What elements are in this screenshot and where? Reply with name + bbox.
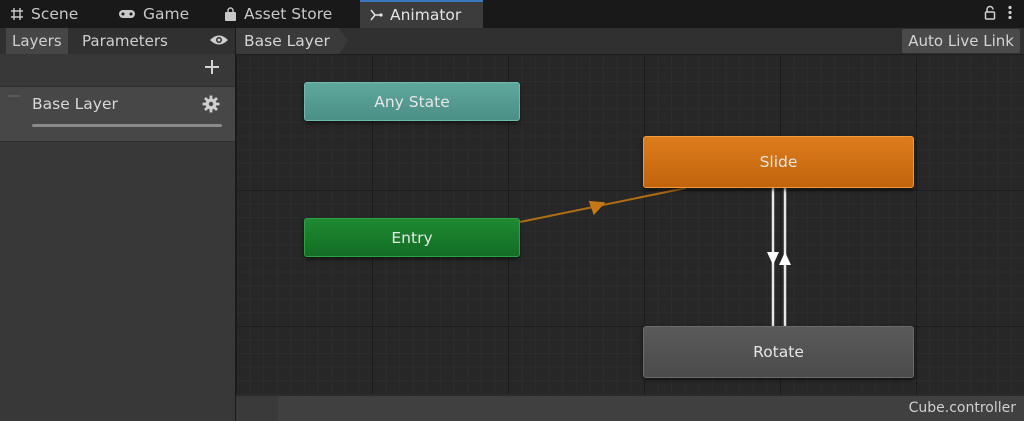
tab-asset-store[interactable]: Asset Store	[224, 0, 332, 28]
tab-game[interactable]: Game	[118, 0, 189, 28]
gamepad-icon	[119, 10, 135, 18]
layer-weight-slider[interactable]	[32, 124, 222, 127]
tab-label: Animator	[390, 6, 462, 24]
transition-arrow	[588, 200, 606, 216]
state-any-state[interactable]: Any State	[304, 82, 520, 121]
layers-panel: Layers Parameters Base Layer	[0, 28, 235, 421]
tab-parameters[interactable]: Parameters	[76, 28, 174, 54]
panel-tabs: Layers Parameters	[0, 28, 235, 54]
state-rotate[interactable]: Rotate	[643, 326, 914, 378]
add-layer-button[interactable]	[203, 58, 221, 76]
state-entry[interactable]: Entry	[304, 218, 520, 257]
tab-scene[interactable]: Scene	[10, 0, 78, 28]
tab-layers[interactable]: Layers	[6, 28, 68, 54]
shopping-bag-icon	[225, 6, 236, 21]
tab-label: Game	[143, 5, 190, 23]
drag-handle[interactable]	[8, 95, 20, 97]
layer-name: Base Layer	[32, 95, 118, 113]
status-strip	[236, 396, 278, 421]
tab-label: Asset Store	[244, 5, 333, 23]
transition-arrow-down	[767, 252, 779, 265]
controller-name: Cube.controller	[908, 400, 1016, 416]
state-machine-graph[interactable]: Any State Entry Slide Rotate	[236, 54, 1024, 395]
graph-toolbar: Base Layer Auto Live Link	[236, 28, 1024, 54]
tab-label: Scene	[31, 5, 79, 23]
tab-animator[interactable]: Animator	[360, 0, 483, 28]
auto-live-link-button[interactable]: Auto Live Link	[902, 29, 1020, 53]
more-icon[interactable]	[1008, 5, 1012, 20]
grid-icon	[11, 8, 23, 20]
breadcrumb[interactable]: Base Layer	[236, 28, 348, 54]
window-controls	[984, 5, 1012, 20]
editor-tab-bar: Scene Game Asset Store Animator	[0, 0, 1024, 28]
animator-icon	[370, 9, 383, 21]
lock-icon[interactable]	[984, 5, 996, 20]
layer-item[interactable]: Base Layer	[0, 86, 235, 142]
status-bar: Cube.controller	[236, 395, 1024, 421]
gear-icon[interactable]	[202, 95, 220, 113]
state-slide[interactable]: Slide	[643, 136, 914, 188]
transition-arrow-up	[779, 252, 791, 265]
eye-icon[interactable]	[209, 33, 229, 47]
